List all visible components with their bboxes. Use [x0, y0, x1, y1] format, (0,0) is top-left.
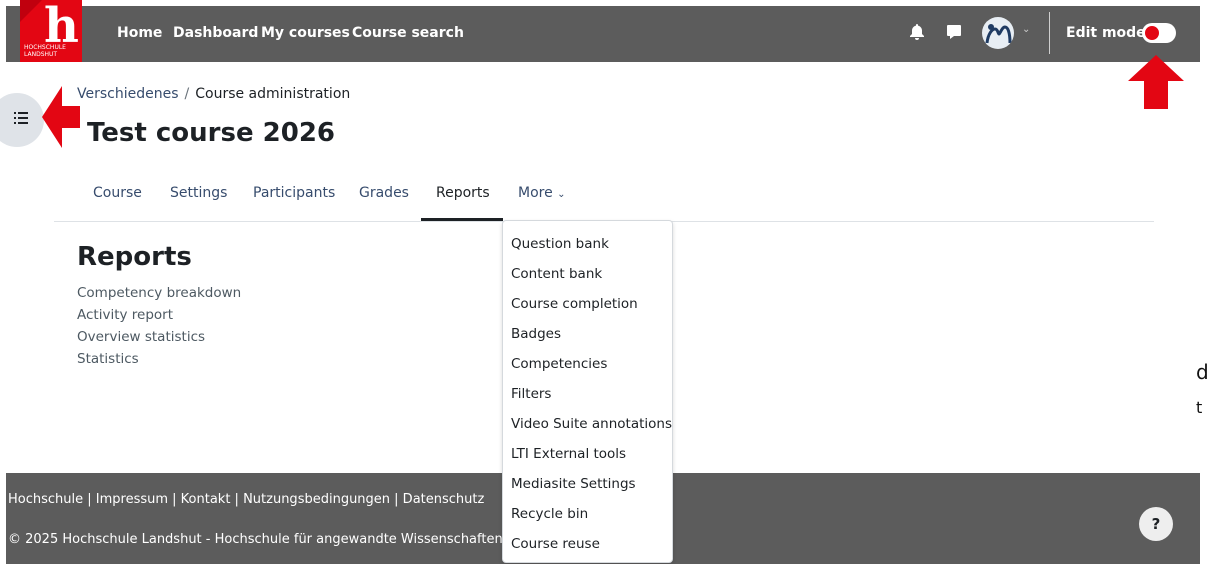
report-link-statistics[interactable]: Statistics	[77, 351, 139, 367]
tab-more[interactable]: More ⌄	[518, 185, 566, 201]
clipped-text: d	[1196, 360, 1208, 384]
menu-item-recycle-bin[interactable]: Recycle bin	[511, 506, 588, 522]
menu-item-badges[interactable]: Badges	[511, 326, 561, 342]
tab-course[interactable]: Course	[93, 185, 142, 201]
chat-icon[interactable]	[946, 24, 962, 44]
edit-mode-label: Edit mode	[1066, 25, 1146, 41]
bell-icon[interactable]	[910, 24, 924, 44]
tab-settings[interactable]: Settings	[170, 185, 227, 201]
report-link-competency-breakdown[interactable]: Competency breakdown	[77, 285, 241, 301]
edit-mode-toggle[interactable]	[1142, 23, 1176, 43]
nav-my-courses-link[interactable]: My courses	[261, 25, 350, 41]
menu-item-course-completion[interactable]: Course completion	[511, 296, 638, 312]
secondary-nav-tabs: Course Settings Participants Grades Repo…	[54, 172, 1154, 222]
left-arrow-icon	[42, 86, 80, 148]
chevron-down-icon[interactable]: ⌄	[1022, 24, 1030, 35]
menu-item-filters[interactable]: Filters	[511, 386, 551, 402]
page-title: Test course 2026	[87, 118, 336, 148]
tab-reports[interactable]: Reports	[436, 185, 490, 201]
logo-text: HOCHSCHULE LANDSHUT	[24, 44, 66, 58]
help-button[interactable]: ?	[1139, 507, 1173, 541]
menu-item-question-bank[interactable]: Question bank	[511, 236, 609, 252]
clipped-text: t	[1196, 398, 1203, 417]
navbar-divider	[1049, 12, 1050, 54]
tab-grades[interactable]: Grades	[359, 185, 409, 201]
breadcrumb-current: Course administration	[195, 86, 351, 102]
list-icon	[14, 112, 28, 124]
tab-more-label: More	[518, 185, 553, 201]
top-navbar: h HOCHSCHULE LANDSHUT Home Dashboard My …	[6, 0, 1200, 62]
menu-item-competencies[interactable]: Competencies	[511, 356, 607, 372]
footer-links[interactable]: Hochschule | Impressum | Kontakt | Nutzu…	[8, 492, 484, 507]
breadcrumb-parent-link[interactable]: Verschiedenes	[77, 86, 179, 102]
nav-home-link[interactable]: Home	[117, 25, 162, 41]
menu-item-content-bank[interactable]: Content bank	[511, 266, 602, 282]
user-avatar[interactable]	[982, 17, 1014, 49]
breadcrumb-separator: /	[184, 86, 190, 102]
reports-heading: Reports	[77, 242, 192, 272]
report-link-overview-statistics[interactable]: Overview statistics	[77, 329, 205, 345]
report-link-activity-report[interactable]: Activity report	[77, 307, 173, 323]
menu-item-lti-external-tools[interactable]: LTI External tools	[511, 446, 626, 462]
course-index-toggle-button[interactable]	[0, 93, 44, 147]
active-tab-indicator	[421, 218, 503, 221]
nav-dashboard-link[interactable]: Dashboard	[173, 25, 258, 41]
menu-item-mediasite-settings[interactable]: Mediasite Settings	[511, 476, 636, 492]
breadcrumb: Verschiedenes / Course administration	[77, 86, 350, 102]
copyright-text: © 2025 Hochschule Landshut - Hochschule …	[8, 532, 503, 547]
up-arrow-icon	[1128, 55, 1184, 109]
menu-item-course-reuse[interactable]: Course reuse	[511, 536, 600, 552]
more-dropdown-menu: Question bank Content bank Course comple…	[502, 220, 673, 563]
nav-course-search-link[interactable]: Course search	[352, 25, 464, 41]
menu-item-video-suite-annotations[interactable]: Video Suite annotations	[511, 416, 672, 432]
chevron-down-icon: ⌄	[557, 189, 566, 200]
tab-participants[interactable]: Participants	[253, 185, 335, 201]
university-logo[interactable]: h HOCHSCHULE LANDSHUT	[20, 0, 82, 62]
